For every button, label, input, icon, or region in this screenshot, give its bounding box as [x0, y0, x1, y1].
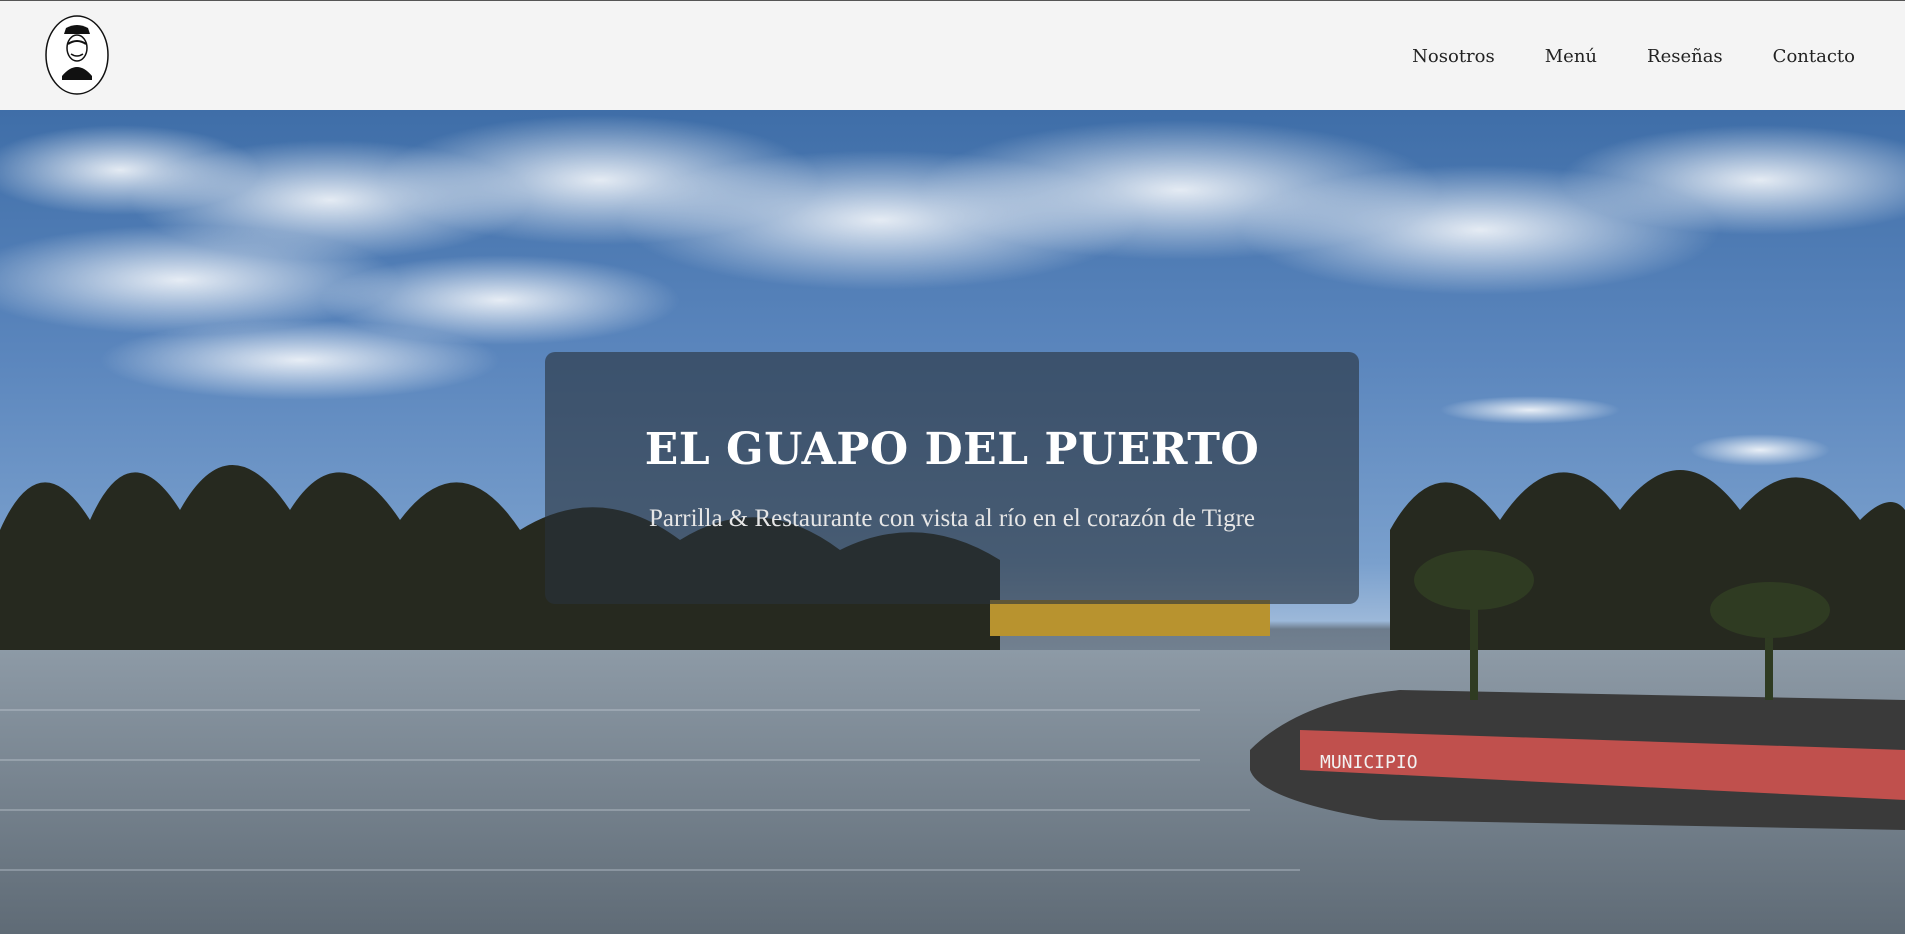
building	[990, 600, 1270, 636]
hero-section: MUNICIPIO EL GUAPO DEL PUERTO Parrilla &…	[0, 110, 1905, 934]
dock: MUNICIPIO	[1250, 690, 1905, 830]
hero-overlay-card: EL GUAPO DEL PUERTO Parrilla & Restauran…	[545, 352, 1359, 604]
dock-sign-text: MUNICIPIO	[1320, 752, 1418, 773]
hero-subtitle: Parrilla & Restaurante con vista al río …	[648, 504, 1256, 532]
site-header: Nosotros Menú Reseñas Contacto	[0, 0, 1905, 110]
main-nav: Nosotros Menú Reseñas Contacto	[1412, 1, 1855, 111]
nav-link-contacto[interactable]: Contacto	[1773, 46, 1855, 67]
brand-logo[interactable]	[44, 14, 110, 96]
nav-link-resenas[interactable]: Reseñas	[1647, 46, 1723, 67]
nav-link-menu[interactable]: Menú	[1545, 46, 1597, 67]
guapo-logo-icon	[45, 15, 109, 95]
hero-title: EL GUAPO DEL PUERTO	[644, 423, 1260, 475]
nav-link-nosotros[interactable]: Nosotros	[1412, 46, 1495, 67]
